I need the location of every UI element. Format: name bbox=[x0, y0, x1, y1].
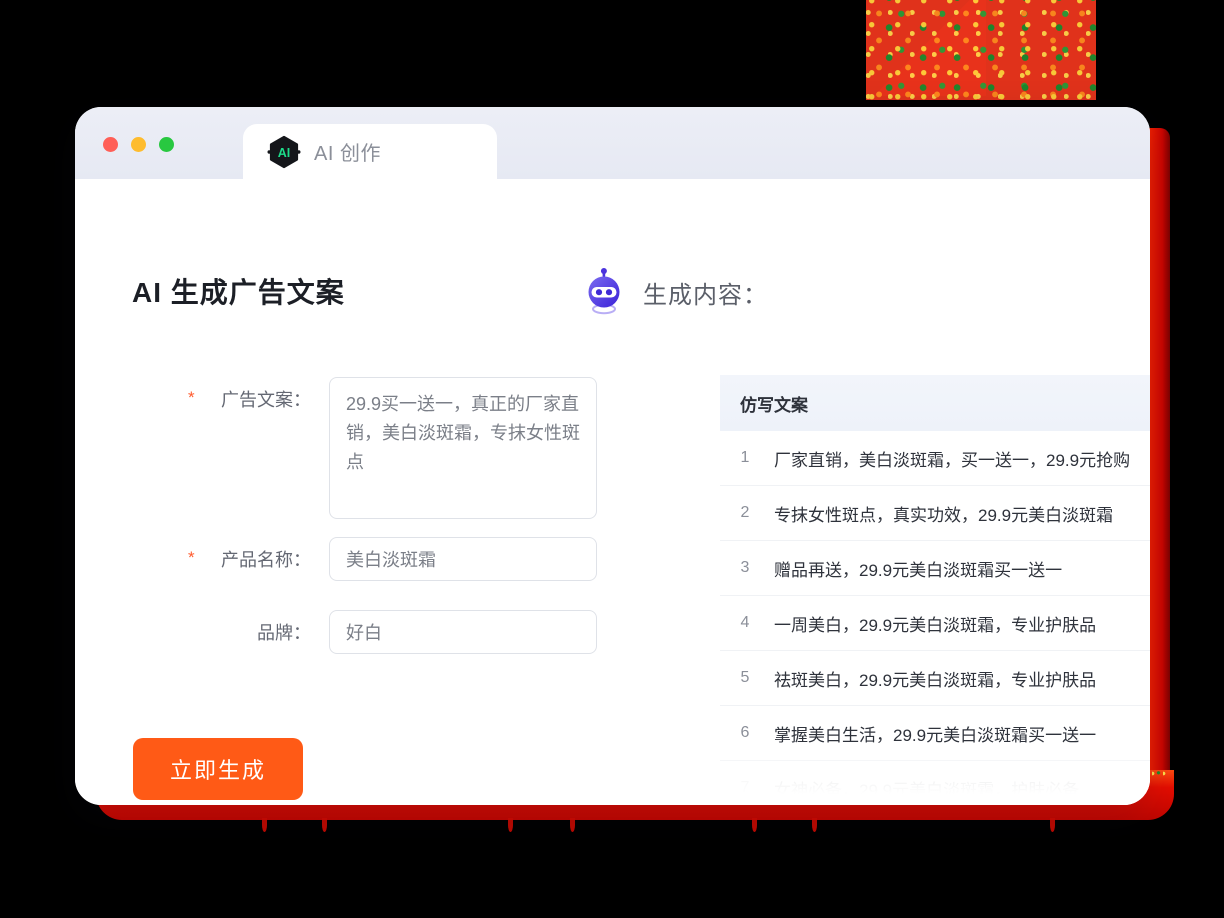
row-number: 3 bbox=[740, 559, 750, 576]
required-marker-icon: * bbox=[188, 548, 195, 567]
results-table: 仿写文案 1 厂家直销，美白淡斑霜，买一送一，29.9元抢购 2 专抹女性斑点，… bbox=[720, 375, 1150, 805]
row-number: 4 bbox=[740, 614, 750, 631]
robot-head-icon bbox=[583, 268, 625, 316]
ad-copy-textarea[interactable]: 29.9买一送一，真正的厂家直销，美白淡斑霜，专抹女性斑点 bbox=[329, 377, 597, 519]
table-row[interactable]: 5 祛斑美白，29.9元美白淡斑霜，专业护肤品 bbox=[720, 651, 1150, 706]
tab-label: AI 创作 bbox=[314, 143, 381, 165]
required-marker-icon: * bbox=[188, 388, 195, 407]
decor-confetti-texture bbox=[866, 0, 1096, 100]
close-button[interactable] bbox=[103, 137, 118, 152]
generate-button[interactable]: 立即生成 bbox=[133, 738, 303, 800]
row-number: 7 bbox=[740, 779, 750, 796]
table-row[interactable]: 4 一周美白，29.9元美白淡斑霜，专业护肤品 bbox=[720, 596, 1150, 651]
field-ad-copy: * 广告文案： 29.9买一送一，真正的厂家直销，美白淡斑霜，专抹女性斑点 bbox=[183, 377, 597, 519]
row-text: 一周美白，29.9元美白淡斑霜，专业护肤品 bbox=[774, 615, 1097, 635]
field-label-text: 品牌： bbox=[257, 623, 311, 643]
table-header-row: 仿写文案 bbox=[720, 375, 1150, 431]
row-text: 掌握美白生活，29.9元美白淡斑霜买一送一 bbox=[774, 725, 1097, 745]
tab-ai-creation[interactable]: AI AI 创作 bbox=[243, 124, 497, 179]
minimize-button[interactable] bbox=[131, 137, 146, 152]
svg-text:AI: AI bbox=[278, 146, 291, 160]
ai-hexagon-logo-icon: AI bbox=[267, 135, 301, 169]
form-pane: AI 生成广告文案 * 广告文案： 29.9买一送一，真正的厂家直销，美白淡斑霜… bbox=[75, 179, 597, 805]
row-text: 厂家直销，美白淡斑霜，买一送一，29.9元抢购 bbox=[774, 450, 1131, 470]
copy-icon[interactable] bbox=[1136, 614, 1150, 633]
table-row[interactable]: 2 专抹女性斑点，真实功效，29.9元美白淡斑霜 bbox=[720, 486, 1150, 541]
row-number: 6 bbox=[740, 724, 750, 741]
copy-icon[interactable] bbox=[1136, 669, 1150, 688]
table-column-header-copy: 仿写文案 bbox=[740, 395, 808, 415]
table-body: 1 厂家直销，美白淡斑霜，买一送一，29.9元抢购 2 专抹女性斑点，真实功效，… bbox=[720, 431, 1150, 805]
product-name-input[interactable]: 美白淡斑霜 bbox=[329, 537, 597, 581]
copy-icon[interactable] bbox=[1136, 449, 1150, 468]
row-text: 祛斑美白，29.9元美白淡斑霜，专业护肤品 bbox=[774, 670, 1097, 690]
row-text: 赠品再送，29.9元美白淡斑霜买一送一 bbox=[774, 560, 1063, 580]
field-label-brand: 品牌： bbox=[183, 610, 311, 654]
row-number: 1 bbox=[740, 449, 750, 466]
decor-drip bbox=[322, 818, 327, 832]
row-text: 专抹女性斑点，真实功效，29.9元美白淡斑霜 bbox=[774, 505, 1114, 525]
brand-input[interactable]: 好白 bbox=[329, 610, 597, 654]
field-label-text: 广告文案： bbox=[221, 390, 311, 410]
table-row[interactable]: 3 赠品再送，29.9元美白淡斑霜买一送一 bbox=[720, 541, 1150, 596]
field-brand: 品牌： 好白 bbox=[183, 610, 597, 654]
generated-content-heading: 生成内容： bbox=[583, 268, 768, 316]
table-row[interactable]: 7 女神必备，29.9元美白淡斑霜，护肤必备 bbox=[720, 761, 1150, 805]
copy-icon[interactable] bbox=[1136, 559, 1150, 578]
window-titlebar: AI AI 创作 bbox=[75, 107, 1150, 179]
decor-drip bbox=[570, 818, 575, 832]
app-window: AI AI 创作 AI 生成广告文案 * 广告文案： 29.9买一送一，真正的厂… bbox=[75, 107, 1150, 805]
decor-drip bbox=[262, 818, 267, 832]
results-pane: 生成内容： 仿写文案 1 厂家直销，美白淡斑霜，买一送一，29.9元抢购 2 专… bbox=[575, 179, 1150, 805]
field-label-text: 产品名称： bbox=[221, 550, 311, 570]
window-content: AI 生成广告文案 * 广告文案： 29.9买一送一，真正的厂家直销，美白淡斑霜… bbox=[75, 179, 1150, 805]
field-label-product-name: * 产品名称： bbox=[183, 537, 311, 581]
decor-red-triangle bbox=[866, 0, 986, 96]
traffic-light-buttons bbox=[103, 137, 174, 152]
table-row[interactable]: 1 厂家直销，美白淡斑霜，买一送一，29.9元抢购 bbox=[720, 431, 1150, 486]
maximize-button[interactable] bbox=[159, 137, 174, 152]
table-row[interactable]: 6 掌握美白生活，29.9元美白淡斑霜买一送一 bbox=[720, 706, 1150, 761]
decor-drip bbox=[508, 818, 513, 832]
decor-drip bbox=[812, 818, 817, 832]
page-title: AI 生成广告文案 bbox=[132, 277, 345, 308]
row-text: 女神必备，29.9元美白淡斑霜，护肤必备 bbox=[774, 780, 1080, 800]
row-number: 2 bbox=[740, 504, 750, 521]
copy-icon[interactable] bbox=[1136, 504, 1150, 523]
field-label-ad-copy: * 广告文案： bbox=[183, 377, 311, 519]
copy-icon[interactable] bbox=[1136, 779, 1150, 798]
copy-icon[interactable] bbox=[1136, 724, 1150, 743]
decor-drip bbox=[752, 818, 757, 832]
row-number: 5 bbox=[740, 669, 750, 686]
decor-drip bbox=[1050, 818, 1055, 832]
field-product-name: * 产品名称： 美白淡斑霜 bbox=[183, 537, 597, 581]
generated-content-label: 生成内容： bbox=[643, 281, 768, 309]
